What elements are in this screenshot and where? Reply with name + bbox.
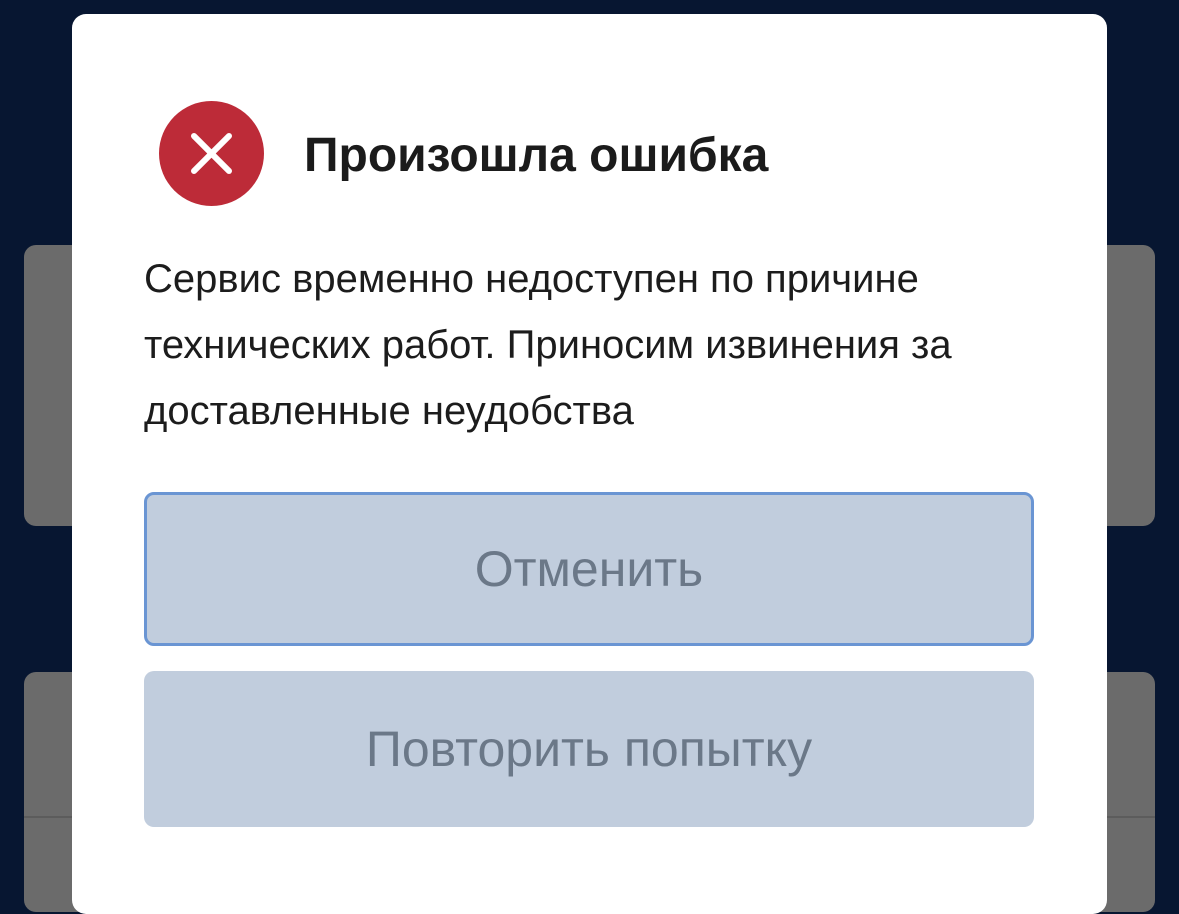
retry-button[interactable]: Повторить попытку: [144, 671, 1034, 827]
error-x-icon: [159, 101, 264, 206]
dialog-message: Сервис временно недоступен по причине те…: [144, 257, 952, 433]
dialog-title: Произошла ошибка: [304, 129, 769, 182]
error-dialog: Произошла ошибка Сервис временно недосту…: [72, 14, 1107, 914]
cancel-button[interactable]: Отменить: [144, 492, 1034, 646]
